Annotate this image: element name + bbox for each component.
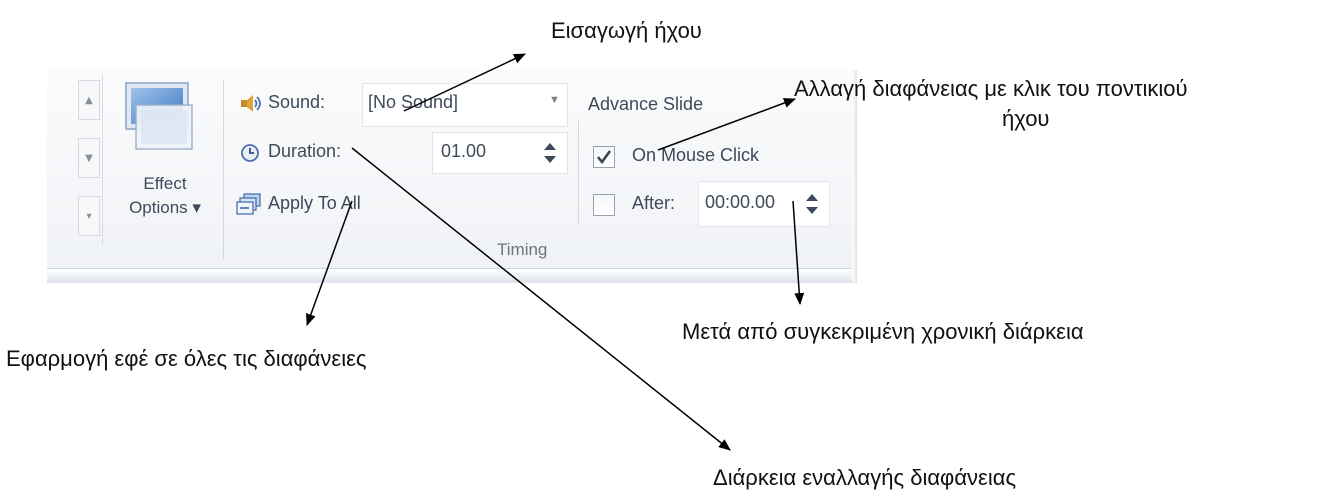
arrow-mouse-click bbox=[657, 98, 796, 151]
annotation-arrows bbox=[306, 53, 805, 451]
arrow-apply-all bbox=[306, 200, 353, 326]
arrow-after-time bbox=[792, 200, 805, 305]
arrow-duration bbox=[351, 147, 731, 451]
arrow-insert-sound bbox=[403, 53, 526, 112]
